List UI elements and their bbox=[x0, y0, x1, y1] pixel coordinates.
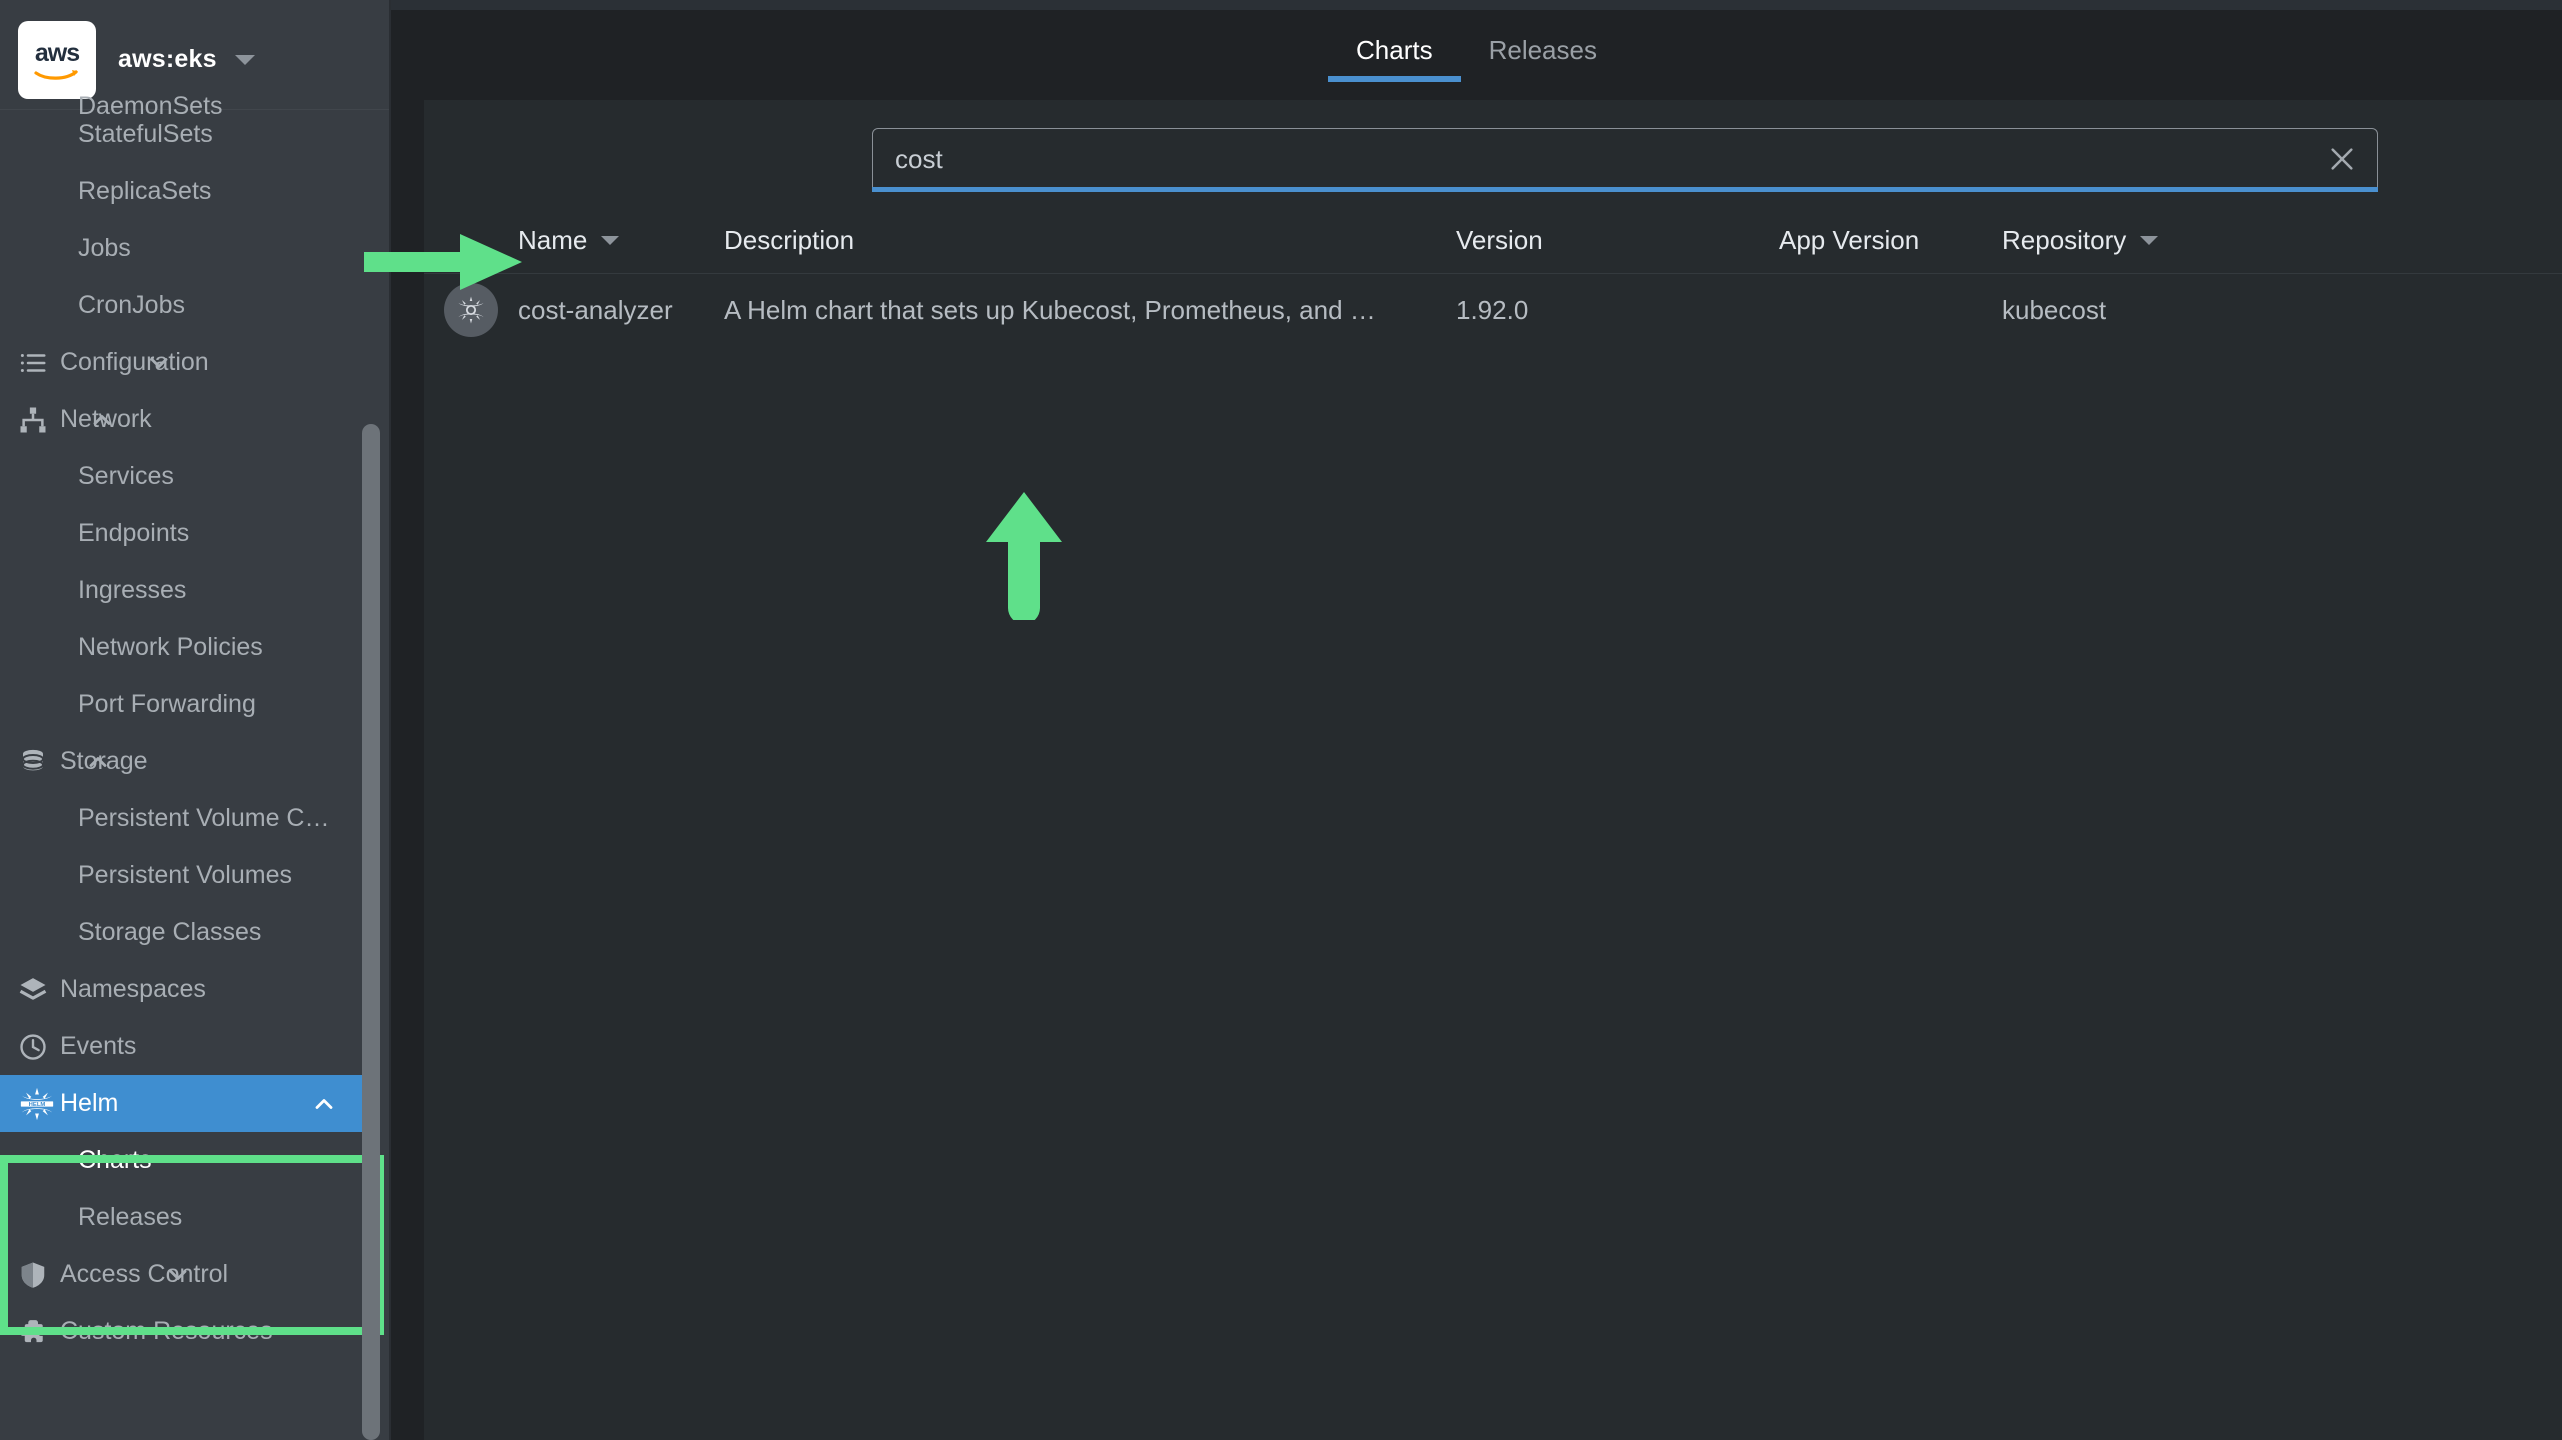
puzzle-icon bbox=[18, 1317, 60, 1347]
chart-version-cell: 1.92.0 bbox=[1456, 294, 1529, 325]
column-header-repository-label: Repository bbox=[2002, 224, 2127, 255]
search-row bbox=[364, 100, 2562, 290]
chart-repository-cell: kubecost bbox=[2002, 294, 2107, 325]
svg-text:HELM: HELM bbox=[29, 1101, 46, 1107]
sidebar-item-cronjobs[interactable]: CronJobs bbox=[0, 277, 185, 334]
chevron-down-icon[interactable] bbox=[164, 1261, 192, 1289]
column-header-version[interactable]: Version bbox=[1456, 206, 1543, 274]
column-header-app-version-label: App Version bbox=[1779, 224, 1920, 255]
column-header-description-label: Description bbox=[724, 224, 855, 255]
sidebar-item-configuration[interactable]: Configuration bbox=[0, 334, 209, 391]
sidebar-item-label: Access Control bbox=[60, 1260, 229, 1288]
sidebar-item-label: Port Forwarding bbox=[78, 690, 256, 718]
column-header-repository[interactable]: Repository bbox=[2002, 206, 2159, 274]
sidebar-item-statefulsets[interactable]: StatefulSets bbox=[0, 106, 213, 163]
aws-logo-text: aws bbox=[34, 39, 80, 67]
helm-wheel-icon: HELM bbox=[20, 1087, 54, 1120]
sidebar-item-label: Releases bbox=[78, 1203, 183, 1231]
app-root: aws aws:eks DaemonSets StatefulSets Repl… bbox=[0, 0, 2562, 1440]
main-content: Charts Releases cost Name Description Ve… bbox=[364, 10, 2562, 1440]
sidebar-item-label: Endpoints bbox=[78, 519, 190, 547]
sidebar-item-charts[interactable]: Charts bbox=[0, 1132, 152, 1189]
tab-releases[interactable]: Releases bbox=[1461, 10, 1625, 90]
chart-name-cell[interactable]: cost-analyzer bbox=[518, 275, 673, 345]
sidebar-item-custom-resources[interactable]: Custom Resources bbox=[0, 1303, 273, 1360]
sidebar-item-ingresses[interactable]: Ingresses bbox=[0, 562, 186, 619]
sidebar-scrollbar-thumb[interactable] bbox=[362, 424, 380, 1440]
list-icon bbox=[18, 348, 60, 378]
sidebar-item-persistent-volume-claims[interactable]: Persistent Volume C… bbox=[0, 790, 330, 847]
sidebar-item-label: CronJobs bbox=[78, 291, 185, 319]
sidebar-item-persistent-volumes[interactable]: Persistent Volumes bbox=[0, 847, 292, 904]
sidebar-item-services[interactable]: Services bbox=[0, 448, 174, 505]
sidebar-nav: DaemonSets StatefulSets ReplicaSets Jobs… bbox=[0, 92, 390, 1440]
column-header-app-version[interactable]: App Version bbox=[1779, 206, 1919, 274]
clock-icon bbox=[18, 1032, 60, 1062]
arrow-up-annotation bbox=[986, 492, 1062, 620]
sidebar: aws aws:eks DaemonSets StatefulSets Repl… bbox=[0, 0, 390, 1440]
sidebar-item-network-policies[interactable]: Network Policies bbox=[0, 619, 263, 676]
sidebar-item-label: Persistent Volume C… bbox=[78, 804, 330, 832]
sidebar-item-releases[interactable]: Releases bbox=[0, 1189, 182, 1246]
shield-icon bbox=[18, 1260, 60, 1290]
sidebar-item-port-forwarding[interactable]: Port Forwarding bbox=[0, 676, 256, 733]
tab-charts-label: Charts bbox=[1356, 34, 1433, 65]
arrow-right-annotation bbox=[364, 234, 522, 290]
sidebar-item-label: Charts bbox=[78, 1146, 152, 1174]
sidebar-item-label: Helm bbox=[60, 1089, 119, 1117]
sidebar-item-replicasets[interactable]: ReplicaSets bbox=[0, 163, 211, 220]
chevron-down-icon[interactable] bbox=[234, 54, 255, 65]
sidebar-item-storage[interactable]: Storage bbox=[0, 733, 148, 790]
chevron-down-icon[interactable] bbox=[145, 349, 173, 377]
column-header-name-label: Name bbox=[518, 224, 588, 255]
search-input[interactable] bbox=[873, 143, 2307, 175]
sidebar-item-namespaces[interactable]: Namespaces bbox=[0, 961, 206, 1018]
sidebar-item-helm[interactable]: HELM Helm bbox=[0, 1075, 374, 1132]
chevron-up-icon[interactable] bbox=[84, 748, 112, 776]
sidebar-item-events[interactable]: Events bbox=[0, 1018, 136, 1075]
table-row[interactable]: cost-analyzer A Helm chart that sets up … bbox=[424, 275, 2562, 345]
helm-icon: HELM bbox=[18, 1085, 60, 1123]
column-header-name[interactable]: Name bbox=[518, 206, 620, 274]
charts-panel: Name Description Version App Version Rep… bbox=[364, 100, 2562, 1440]
sidebar-item-label: Custom Resources bbox=[60, 1317, 273, 1345]
sidebar-item-label: StatefulSets bbox=[78, 120, 213, 148]
table-header: Name Description Version App Version Rep… bbox=[424, 206, 2562, 274]
search-box[interactable] bbox=[872, 128, 2378, 192]
layers-icon bbox=[18, 975, 60, 1005]
sidebar-item-jobs[interactable]: Jobs bbox=[0, 220, 131, 277]
chart-description-cell: A Helm chart that sets up Kubecost, Prom… bbox=[724, 294, 1376, 325]
sidebar-item-label: Network Policies bbox=[78, 633, 263, 661]
sidebar-item-storage-classes[interactable]: Storage Classes bbox=[0, 904, 261, 961]
chevron-up-icon[interactable] bbox=[88, 406, 116, 434]
sidebar-item-label: Events bbox=[60, 1032, 137, 1060]
cluster-context-name[interactable]: aws:eks bbox=[118, 45, 217, 74]
column-header-version-label: Version bbox=[1456, 224, 1543, 255]
sidebar-item-label: Persistent Volumes bbox=[78, 861, 292, 889]
sidebar-item-label: Storage Classes bbox=[78, 918, 262, 946]
tab-bar: Charts Releases bbox=[391, 10, 2562, 90]
tab-releases-label: Releases bbox=[1488, 34, 1597, 65]
sidebar-item-label: ReplicaSets bbox=[78, 177, 212, 205]
sidebar-item-access-control[interactable]: Access Control bbox=[0, 1246, 228, 1303]
sidebar-item-label: Configuration bbox=[60, 348, 209, 376]
database-icon bbox=[18, 747, 60, 777]
network-icon bbox=[18, 405, 60, 435]
clear-search-button[interactable] bbox=[2307, 129, 2377, 189]
sidebar-item-network[interactable]: Network bbox=[0, 391, 152, 448]
close-icon bbox=[2331, 148, 2353, 170]
sidebar-item-label: Services bbox=[78, 462, 174, 490]
sidebar-item-label: Namespaces bbox=[60, 975, 206, 1003]
sidebar-item-label: Jobs bbox=[78, 234, 131, 262]
kubernetes-helm-glyph bbox=[458, 296, 484, 324]
sidebar-item-endpoints[interactable]: Endpoints bbox=[0, 505, 189, 562]
chevron-up-icon[interactable] bbox=[310, 1090, 338, 1118]
column-header-description[interactable]: Description bbox=[724, 206, 1434, 274]
sort-descending-icon[interactable] bbox=[601, 235, 620, 245]
tab-charts[interactable]: Charts bbox=[1328, 10, 1461, 90]
sort-descending-icon[interactable] bbox=[2140, 235, 2159, 245]
sidebar-item-label: Ingresses bbox=[78, 576, 187, 604]
